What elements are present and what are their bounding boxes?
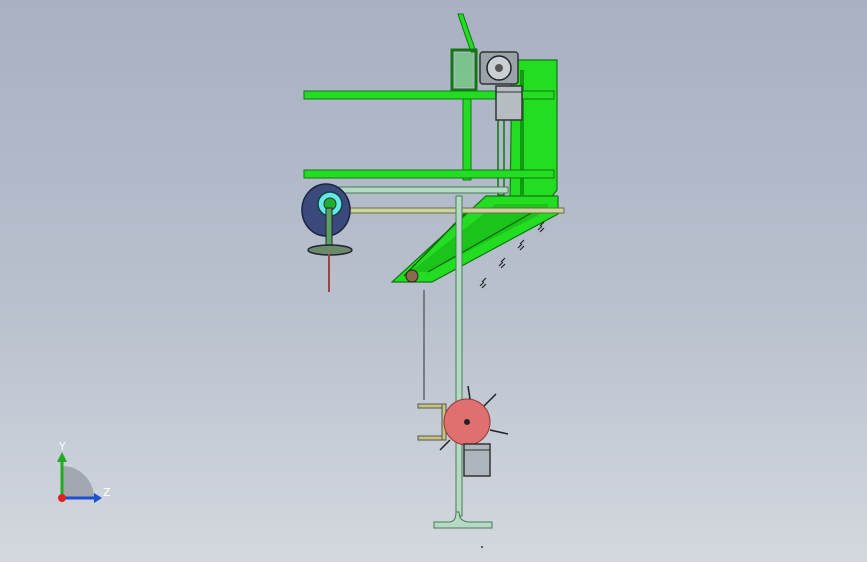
cutter-motor [463, 443, 491, 477]
cutter-hub [464, 419, 470, 425]
lower-wheel [307, 244, 353, 256]
cutter-assembly[interactable] [417, 385, 509, 477]
z-axis-arrow [94, 493, 102, 503]
z-axis-label: Z [103, 486, 111, 499]
triad-quadrant [62, 466, 94, 498]
cad-viewport[interactable]: Y Z [0, 0, 867, 562]
clip-3 [498, 257, 506, 269]
shaft-tube [455, 195, 463, 517]
clip-4 [479, 277, 487, 289]
cross-shaft [335, 207, 565, 214]
assembly-model[interactable] [0, 0, 867, 562]
shaft-foot [433, 511, 493, 529]
upper-bracket-fill [455, 53, 473, 87]
pulley-shaft [325, 207, 333, 249]
x-axis-dot [58, 494, 66, 502]
clip-2 [517, 239, 525, 251]
origin-marker [481, 546, 483, 548]
top-slanted-bar [457, 13, 477, 53]
gear-motor[interactable] [479, 51, 523, 121]
y-axis-arrow [57, 452, 67, 462]
drive-pulley[interactable] [301, 183, 353, 292]
frame-assembly[interactable] [303, 13, 565, 283]
gearbox-center [495, 64, 503, 72]
lower-arm [303, 169, 555, 179]
view-triad[interactable]: Y Z [40, 440, 120, 510]
motor-body [495, 85, 523, 121]
slide-rail [317, 186, 509, 194]
vertical-column [462, 89, 472, 181]
y-axis-label: Y [58, 440, 66, 453]
chute-roller [405, 269, 419, 283]
